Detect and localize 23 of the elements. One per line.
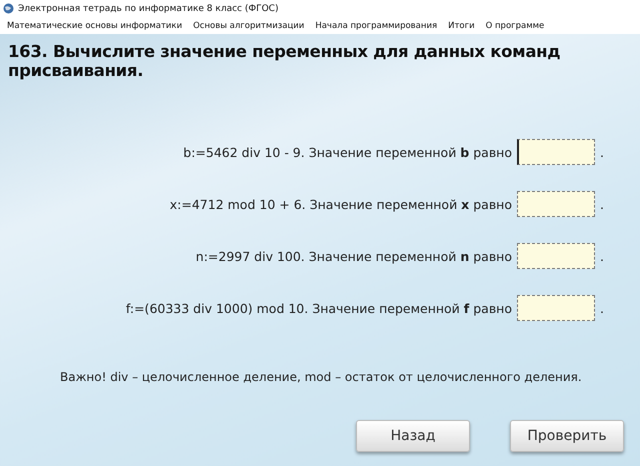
- period: .: [600, 196, 604, 212]
- period: .: [600, 300, 604, 316]
- note-text: Важно! div – целочисленное деление, mod – остаток от целочисленного деления.: [60, 370, 583, 384]
- answer-field[interactable]: [517, 243, 596, 269]
- menu-item[interactable]: Итоги: [448, 20, 475, 30]
- window-title: Электронная тетрадь по информатике 8 класс (ФГОС): [18, 4, 278, 14]
- question-text: b:=5462 div 10 - 9. Значение переменной b равно: [183, 144, 512, 160]
- period: .: [600, 248, 604, 264]
- question-text: n:=2997 div 100. Значение переменной n равно: [196, 248, 512, 264]
- menu-item[interactable]: Основы алгоритмизации: [193, 20, 304, 30]
- answer-field[interactable]: [517, 295, 596, 321]
- back-button[interactable]: Назад: [356, 420, 470, 452]
- question-text: x:=4712 mod 10 + 6. Значение переменной x равно: [170, 196, 512, 212]
- menu-item[interactable]: О программе: [486, 20, 544, 30]
- task-heading: 163. Вычислите значение переменных для данных команд присваивания.: [7, 41, 562, 80]
- menu-item[interactable]: Начала программирования: [315, 20, 438, 30]
- answer-field[interactable]: [517, 191, 596, 217]
- check-button[interactable]: Проверить: [510, 420, 624, 452]
- answer-field[interactable]: [517, 139, 596, 165]
- question-text: f:=(60333 div 1000) mod 10. Значение переменной f равно: [126, 300, 512, 316]
- period: .: [600, 144, 604, 160]
- menu-item[interactable]: Математические основы информатики: [7, 20, 182, 30]
- app-icon: [3, 3, 14, 14]
